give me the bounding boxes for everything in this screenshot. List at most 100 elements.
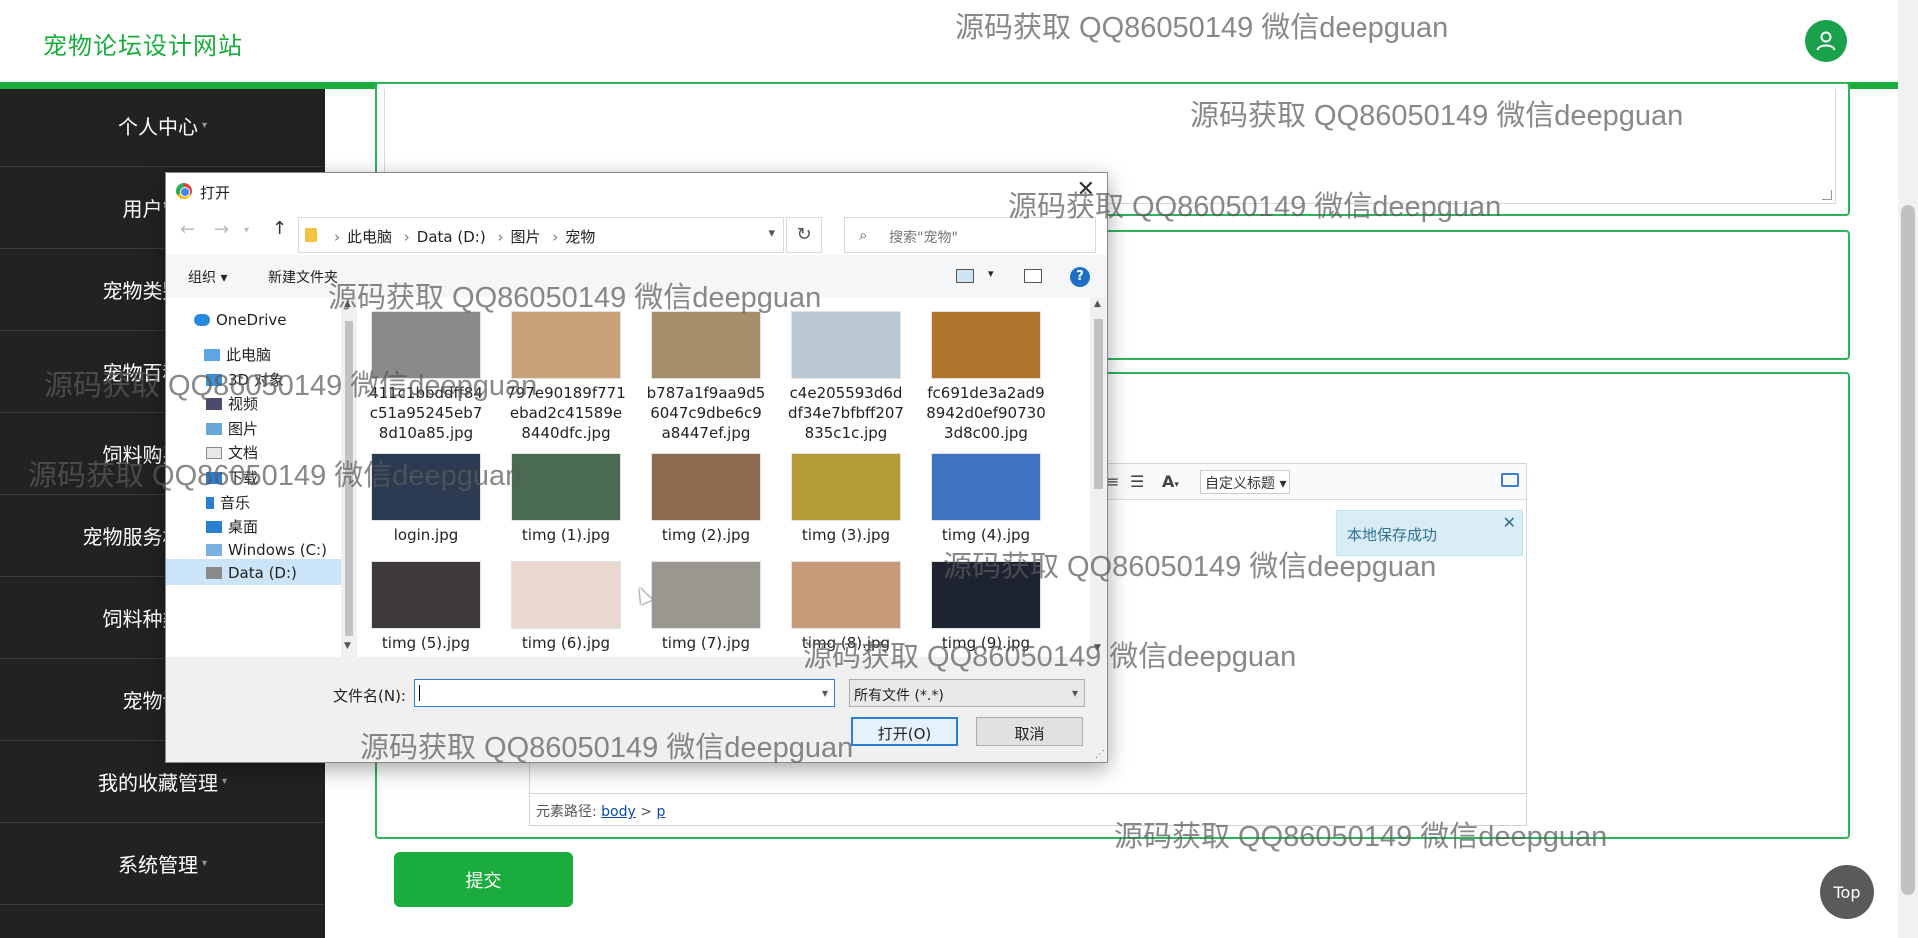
resize-grip-icon[interactable]: ⋰ (1095, 749, 1105, 760)
chevron-up-icon[interactable]: ▲ (1094, 299, 1101, 309)
nav-item-pictures[interactable]: 图片 (206, 418, 258, 439)
nav-item-onedrive[interactable]: OneDrive (194, 311, 287, 329)
file-item[interactable]: timg (7).jpg (646, 561, 766, 653)
file-item[interactable]: c4e205593d6ddf34e7bfbff207835c1c.jpg (786, 311, 906, 443)
sidebar-item-label: 我的收藏管理 (97, 771, 218, 795)
view-mode-icon[interactable] (956, 269, 974, 283)
align-right-icon[interactable]: ≡ (1106, 472, 1119, 491)
file-name: timg (5).jpg (381, 634, 471, 652)
path-separator: > (640, 804, 652, 820)
organize-menu[interactable]: 组织 ▾ (188, 267, 227, 287)
page-scrollbar-thumb[interactable] (1901, 205, 1915, 895)
watermark: 源码获取 QQ86050149 微信deepguan (1190, 100, 1684, 132)
chevron-down-icon[interactable]: ▾ (988, 267, 994, 280)
resize-handle-icon[interactable] (1822, 190, 1832, 200)
caret-down-icon: ▾ (221, 776, 228, 787)
file-item[interactable]: b787a1f9aa9d56047c9dbe6c9a8447ef.jpg (646, 311, 766, 443)
sidebar-item-label: 系统管理 (117, 853, 198, 877)
back-to-top-button[interactable]: Top (1820, 865, 1874, 919)
nav-item-label: Windows (C:) (228, 541, 327, 559)
nav-item-music[interactable]: 音乐 (206, 492, 250, 513)
user-icon (1816, 31, 1836, 51)
help-icon[interactable]: ? (1070, 267, 1090, 287)
nav-item-windows-c[interactable]: Windows (C:) (206, 541, 327, 559)
dialog-title: 打开 (200, 184, 231, 202)
user-avatar-button[interactable] (1805, 20, 1847, 62)
file-list-scrollbar[interactable]: ▲ ▼ (1090, 297, 1107, 657)
breadcrumb-item[interactable]: 宠物 (565, 228, 595, 246)
folder-icon (305, 228, 317, 242)
back-arrow-icon[interactable]: ← (180, 219, 195, 240)
up-arrow-icon[interactable]: ↑ (272, 218, 287, 239)
chevron-down-icon[interactable]: ▾ (768, 226, 775, 241)
sidebar-item-system[interactable]: 系统管理 ▾ (0, 823, 325, 905)
file-name: timg (2).jpg (661, 526, 751, 544)
file-thumbnail (371, 561, 481, 629)
filename-label: 文件名(N): (333, 687, 406, 705)
path-body-link[interactable]: body (601, 804, 636, 820)
filename-input[interactable]: ▾ (414, 679, 835, 707)
file-list-scrollbar-thumb[interactable] (1094, 319, 1103, 489)
file-name: c4e205593d6ddf34e7bfbff207835c1c.jpg (788, 384, 904, 442)
watermark: 源码获取 QQ86050149 微信deepguan (803, 641, 1297, 673)
file-name: timg (7).jpg (661, 634, 751, 652)
music-icon (206, 497, 214, 509)
watermark: 源码获取 QQ86050149 微信deepguan (28, 460, 522, 492)
fullscreen-icon[interactable] (1501, 473, 1519, 487)
chevron-down-icon: ▾ (1071, 686, 1078, 700)
nav-item-label: Data (D:) (228, 564, 297, 582)
sidebar-item-personal-center[interactable]: 个人中心 ▾ (0, 85, 325, 167)
chevron-down-icon[interactable]: ▼ (344, 641, 351, 651)
watermark: 源码获取 QQ86050149 微信deepguan (328, 282, 822, 314)
path-p-link[interactable]: p (656, 804, 665, 820)
breadcrumb-item[interactable]: Data (D:) (417, 228, 486, 246)
forward-arrow-icon[interactable]: → (214, 219, 229, 240)
file-name: login.jpg (393, 526, 459, 544)
drive-icon (206, 544, 222, 556)
cancel-button[interactable]: 取消 (976, 717, 1083, 746)
font-color-icon[interactable]: A▾ (1162, 472, 1179, 491)
watermark: 源码获取 QQ86050149 微信deepguan (1114, 821, 1608, 853)
file-item[interactable]: timg (1).jpg (506, 453, 626, 545)
breadcrumb-item[interactable]: 图片 (510, 228, 540, 246)
chevron-down-icon[interactable]: ▾ (822, 686, 828, 700)
refresh-button[interactable]: ↻ (786, 217, 822, 253)
file-item[interactable]: timg (6).jpg (506, 561, 626, 653)
watermark: 源码获取 QQ86050149 微信deepguan (360, 732, 854, 764)
filetype-select[interactable]: 所有文件 (*.*) ▾ (849, 679, 1085, 707)
preview-pane-icon[interactable] (1024, 269, 1042, 283)
caret-down-icon: ▾ (201, 858, 208, 869)
file-thumbnail (791, 453, 901, 521)
caret-down-icon: ▾ (201, 120, 208, 131)
file-item[interactable]: fc691de3a2ad98942d0ef907303d8c00.jpg (926, 311, 1046, 443)
close-icon[interactable]: ✕ (1503, 513, 1516, 532)
chevron-right-icon: › (334, 228, 340, 246)
site-title[interactable]: 宠物论坛设计网站 (43, 26, 243, 61)
search-placeholder: 搜索"宠物" (889, 230, 958, 246)
file-item[interactable]: timg (3).jpg (786, 453, 906, 545)
file-name: timg (1).jpg (521, 526, 611, 544)
refresh-icon: ↻ (796, 224, 812, 245)
file-name: timg (4).jpg (941, 526, 1031, 544)
submit-button[interactable]: 提交 (394, 852, 573, 907)
breadcrumb: › 此电脑 › Data (D:) › 图片 › 宠物 (327, 226, 595, 247)
file-item[interactable]: timg (4).jpg (926, 453, 1046, 545)
file-item[interactable]: timg (5).jpg (366, 561, 486, 653)
file-thumbnail (791, 311, 901, 379)
breadcrumb-item[interactable]: 此电脑 (347, 228, 392, 246)
dialog-titlebar: 打开 ✕ (166, 173, 1107, 209)
page-scrollbar[interactable] (1898, 0, 1918, 938)
heading-select[interactable]: 自定义标题 ▾ (1200, 470, 1290, 494)
computer-icon (204, 349, 220, 361)
nav-item-desktop[interactable]: 桌面 (206, 516, 258, 537)
chevron-right-icon: › (403, 228, 410, 246)
address-bar[interactable]: › 此电脑 › Data (D:) › 图片 › 宠物 ▾ (298, 217, 784, 253)
open-button[interactable]: 打开(O) (851, 717, 958, 746)
file-item[interactable]: timg (2).jpg (646, 453, 766, 545)
recent-dropdown-icon[interactable]: ▾ (244, 225, 249, 236)
watermark: 源码获取 QQ86050149 微信deepguan (44, 370, 538, 402)
nav-item-data-d[interactable]: Data (D:) (166, 559, 341, 585)
file-name: timg (3).jpg (801, 526, 891, 544)
file-thumbnail (651, 453, 761, 521)
align-justify-icon[interactable]: ☰ (1130, 472, 1144, 491)
